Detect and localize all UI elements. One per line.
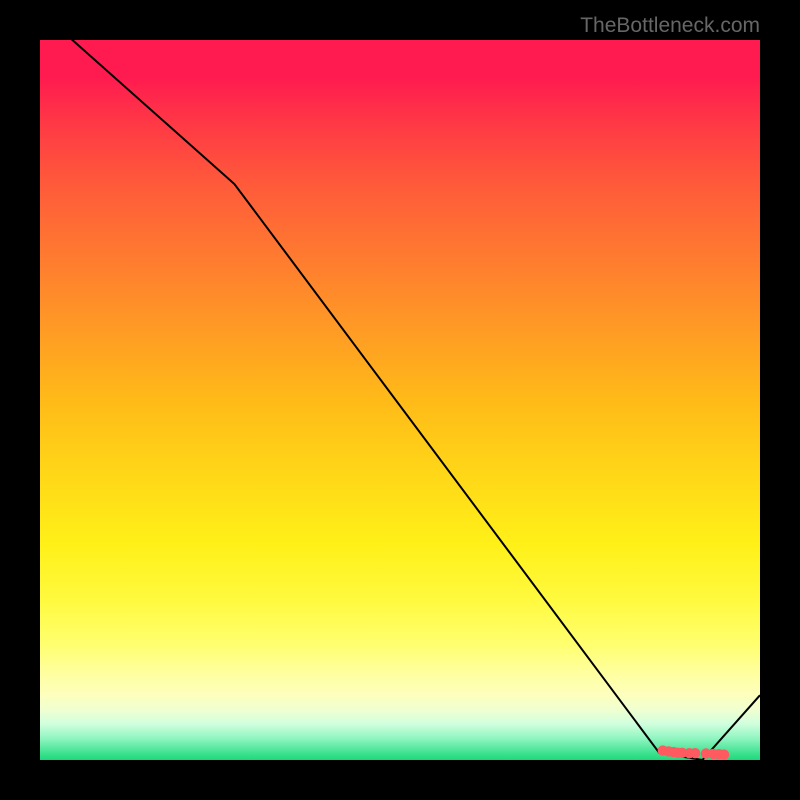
- chart-container: TheBottleneck.com: [0, 0, 800, 800]
- marker-group: [658, 745, 730, 759]
- marker-point: [690, 748, 700, 758]
- data-line: [40, 40, 760, 760]
- marker-point: [719, 749, 729, 759]
- plot-overlay: [40, 40, 760, 760]
- watermark-text: TheBottleneck.com: [580, 14, 760, 38]
